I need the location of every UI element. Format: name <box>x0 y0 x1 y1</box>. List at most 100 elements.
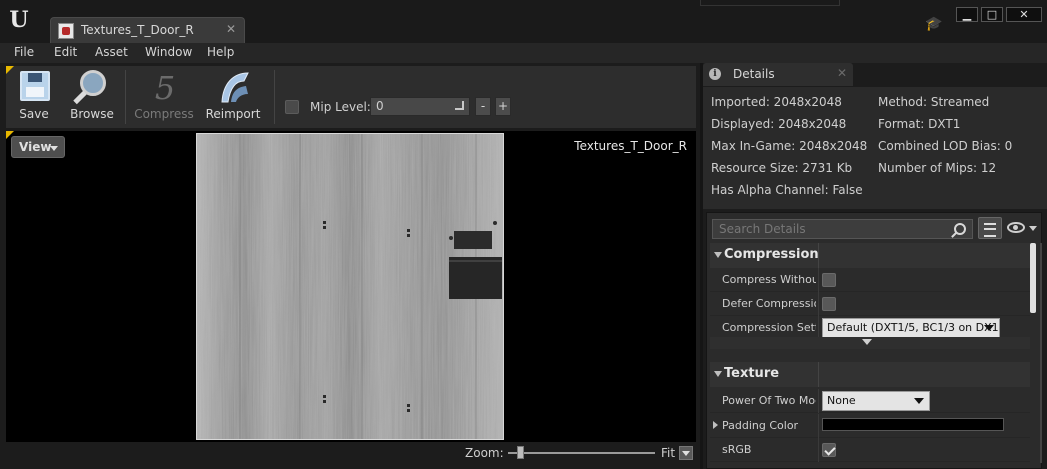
lod-bias-text: Combined LOD Bias: 0 <box>878 139 1013 153</box>
save-label: Save <box>19 107 49 121</box>
compress-without-alpha-checkbox[interactable] <box>822 273 836 287</box>
mip-decrease-button[interactable]: - <box>475 97 491 116</box>
column-divider <box>818 292 819 316</box>
zoom-slider-thumb[interactable] <box>517 446 524 459</box>
collapse-triangle-icon <box>714 371 722 377</box>
category-label: Texture <box>724 366 780 381</box>
srgb-checkbox[interactable] <box>822 443 836 457</box>
search-icon[interactable] <box>954 223 966 235</box>
chevron-down-icon <box>914 398 924 404</box>
reimport-label: Reimport <box>205 107 261 121</box>
tab-close-icon[interactable]: ✕ <box>226 22 236 36</box>
texture-info-box: Imported: 2048x2048 Displayed: 2048x2048… <box>703 87 1047 209</box>
max-in-game-text: Max In-Game: 2048x2048 <box>711 139 868 153</box>
title-bar-decoration <box>700 0 840 6</box>
column-divider <box>818 243 819 268</box>
details-tab-label: Details <box>733 67 775 81</box>
save-button[interactable]: Save <box>10 68 58 126</box>
collapse-triangle-icon <box>714 252 722 258</box>
chevron-down-icon[interactable] <box>1029 226 1037 231</box>
reimport-button[interactable]: Reimport <box>200 68 266 126</box>
property-label: Compression Setti <box>722 321 816 334</box>
property-label: Defer Compressior <box>722 297 816 310</box>
column-divider <box>818 268 819 292</box>
property-row: Defer Compressior <box>710 292 1030 316</box>
compress-label: Compress <box>134 107 194 121</box>
browse-button[interactable]: Browse <box>62 68 122 126</box>
property-label: Padding Color <box>722 419 799 432</box>
format-text: Format: DXT1 <box>878 117 961 131</box>
chevron-down-icon <box>984 325 994 331</box>
has-alpha-text: Has Alpha Channel: False <box>711 183 863 197</box>
browse-label: Browse <box>70 107 114 121</box>
scrollbar-track[interactable] <box>1040 243 1042 463</box>
mip-increase-button[interactable]: + <box>495 97 511 116</box>
maximize-button[interactable]: □ <box>981 7 1003 22</box>
combo-value: None <box>827 394 856 407</box>
minimize-button[interactable]: ▁ <box>956 7 978 22</box>
search-details-input[interactable]: Search Details <box>712 219 973 239</box>
mip-level-expand-icon[interactable] <box>455 101 464 110</box>
category-texture[interactable]: Texture <box>710 362 1030 387</box>
toolbar-separator <box>125 70 126 124</box>
zoom-slider-track[interactable] <box>508 452 655 454</box>
expand-triangle-icon[interactable] <box>713 421 718 429</box>
texture-preview-image <box>196 133 504 440</box>
menu-help[interactable]: Help <box>207 45 234 59</box>
mip-level-checkbox[interactable] <box>285 100 299 114</box>
power-of-two-dropdown[interactable]: None <box>822 391 930 411</box>
mip-level-label: Mip Level: <box>310 100 371 114</box>
category-compression[interactable]: Compression <box>710 243 1030 268</box>
column-divider <box>818 438 819 462</box>
compression-settings-dropdown[interactable]: Default (DXT1/5, BC1/3 on DX1 <box>822 318 1000 338</box>
category-label: Compression <box>724 247 819 262</box>
method-text: Method: Streamed <box>878 95 990 109</box>
menu-file[interactable]: File <box>14 45 34 59</box>
view-menu-button[interactable]: View <box>11 136 65 158</box>
title-bar: U Textures_T_Door_R ✕ 🎓 ▁ □ ✕ <box>0 0 1047 43</box>
property-row: Compress Without <box>710 268 1030 292</box>
texture-editor-panel: Save Browse 5 Compress Reimport Mip Leve… <box>0 63 700 469</box>
property-matrix-button[interactable] <box>978 217 1002 239</box>
scrollbar-thumb[interactable] <box>1030 243 1036 313</box>
property-label: Compress Without <box>722 273 816 286</box>
eye-icon[interactable] <box>1007 222 1025 233</box>
resource-size-text: Resource Size: 2731 Kb <box>711 161 853 175</box>
tab-close-icon[interactable]: ✕ <box>837 66 847 80</box>
menu-bar: File Edit Asset Window Help <box>0 43 1047 63</box>
save-icon <box>14 68 54 106</box>
zoom-mode-label: Fit <box>661 446 676 460</box>
property-editor: Search Details Compression Compress With… <box>706 212 1042 469</box>
close-button[interactable]: ✕ <box>1006 7 1042 22</box>
tutorial-hat-icon[interactable]: 🎓 <box>925 15 943 33</box>
asset-editor-tab[interactable]: Textures_T_Door_R ✕ <box>50 17 245 43</box>
unreal-logo-icon[interactable]: U <box>6 6 32 34</box>
property-label: Power Of Two Moc <box>722 394 816 407</box>
property-row: sRGB <box>710 438 1030 462</box>
chevron-down-icon <box>50 146 58 151</box>
compress-button[interactable]: 5 Compress <box>132 68 196 126</box>
zoom-label: Zoom: <box>465 446 504 460</box>
texture-viewport[interactable]: View Textures_T_Door_R <box>6 131 696 442</box>
property-label: sRGB <box>722 443 752 456</box>
view-button-label: View <box>19 140 52 154</box>
property-row: Padding Color <box>710 414 1030 438</box>
menu-window[interactable]: Window <box>145 45 192 59</box>
defer-compression-checkbox[interactable] <box>822 297 836 311</box>
viewport-texture-name: Textures_T_Door_R <box>574 139 687 153</box>
details-tab[interactable]: i Details ✕ <box>703 63 853 86</box>
menu-edit[interactable]: Edit <box>54 45 77 59</box>
padding-color-swatch[interactable] <box>822 418 1004 431</box>
details-panel: i Details ✕ Imported: 2048x2048 Displaye… <box>703 63 1047 469</box>
asset-tab-label: Textures_T_Door_R <box>81 23 194 37</box>
reimport-icon <box>213 68 253 106</box>
property-row: Power Of Two Moc None <box>710 389 1030 413</box>
browse-icon <box>72 68 112 106</box>
toolbar-separator <box>274 70 275 124</box>
advanced-expand-button[interactable] <box>710 337 1030 349</box>
zoom-mode-dropdown[interactable] <box>679 446 693 460</box>
menu-asset[interactable]: Asset <box>95 45 128 59</box>
displayed-size-text: Displayed: 2048x2048 <box>711 117 847 131</box>
column-divider <box>818 362 819 387</box>
texture-asset-icon <box>58 23 74 39</box>
